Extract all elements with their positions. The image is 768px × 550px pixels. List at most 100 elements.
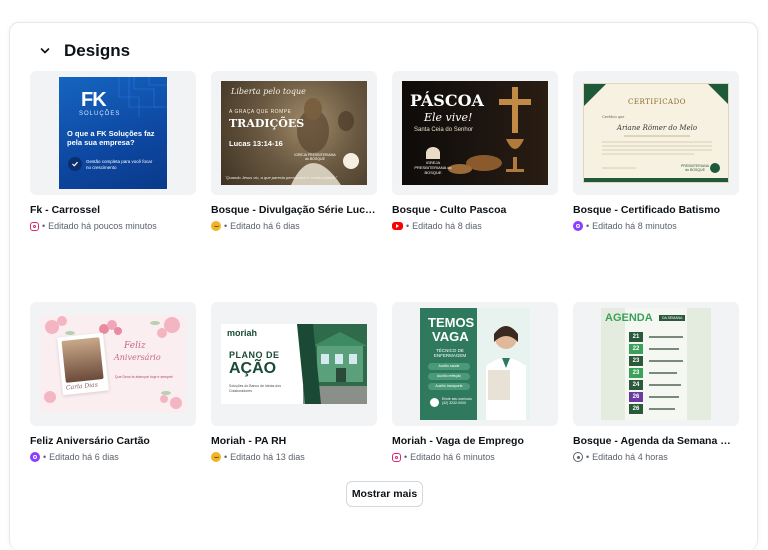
thumb-reference: Lucas 13:14-16 (229, 139, 283, 148)
design-thumbnail[interactable]: Liberta pelo toque A GRAÇA QUE ROMPE TRA… (211, 71, 377, 195)
thumbnail-art: Carla Dias Feliz Aniversário Que Deus te… (40, 315, 186, 413)
thumb-pre-text: Certifico que (602, 114, 625, 119)
design-edited-time: Editado há poucos minutos (48, 221, 157, 231)
show-more-button[interactable]: Mostrar mais (346, 481, 423, 507)
thumbnail-art: TEMOS VAGA TÉCNICO DE ENFERMAGEM Auxílio… (420, 308, 530, 420)
designs-section-toggle[interactable]: Designs (36, 41, 130, 61)
thumb-logo: FK (81, 89, 107, 111)
thumb-brand: moriah (227, 328, 258, 338)
design-thumbnail[interactable]: FK SOLUÇÕES O que a FK Soluções faz pela… (30, 71, 196, 195)
thumb-script: Ele vive! (424, 111, 473, 124)
designs-panel: Designs FK SOLUÇÕES O que a FK Soluções … (9, 22, 758, 550)
thumb-footer: "Quando Jesus viu, a que parecia permane… (225, 175, 338, 180)
thumb-day: 26 (629, 392, 643, 402)
thumb-top-text: Liberta pelo toque (231, 87, 306, 96)
thumb-day: 21 (629, 332, 643, 342)
thumb-headline: CERTIFICADO (628, 98, 686, 106)
thumbnail-art: moriah PLANO DE AÇÃO Soluções do Banco d… (221, 324, 367, 404)
church-logo-icon (710, 163, 720, 173)
design-card[interactable]: AGENDA DA SEMANA 21 22 23 23 24 26 26 Bo… (573, 302, 739, 462)
thumb-headline-line1: TEMOS (428, 315, 475, 330)
design-name[interactable]: Fk - Carrossel (30, 204, 196, 216)
thumb-day: 24 (629, 380, 643, 390)
thumb-benefit-pill: Auxílio transporte (428, 383, 470, 390)
thumb-headline: O que a FK Soluções faz pela sua empresa… (67, 129, 155, 148)
design-name[interactable]: Feliz Aniversário Cartão (30, 435, 196, 447)
design-meta: • Editado há 6 dias (30, 452, 196, 462)
thumbnail-art: Liberta pelo toque A GRAÇA QUE ROMPE TRA… (221, 81, 367, 185)
design-card[interactable]: Liberta pelo toque A GRAÇA QUE ROMPE TRA… (211, 71, 377, 231)
emoji-icon (211, 221, 221, 231)
design-edited-time: Editado há 6 minutos (410, 452, 495, 462)
design-thumbnail[interactable]: PÁSCOA Ele vive! Santa Ceia do Senhor IG… (392, 71, 558, 195)
thumb-body: Soluções do Banco de Ideias dos Colabora… (229, 384, 281, 393)
design-edited-time: Editado há 6 dias (49, 452, 119, 462)
design-edited-time: Editado há 13 dias (230, 452, 305, 462)
thumb-headline: TRADIÇÕES (229, 117, 305, 130)
design-name[interactable]: Moriah - Vaga de Emprego (392, 435, 558, 447)
design-name[interactable]: Bosque - Certificado Batismo (573, 204, 739, 216)
design-card[interactable]: moriah PLANO DE AÇÃO Soluções do Banco d… (211, 302, 377, 462)
thumb-contact: Envie seu currículo (42) 3232-0000 (442, 397, 472, 406)
section-title: Designs (64, 41, 131, 60)
thumb-script-line1: Feliz (124, 341, 146, 351)
design-meta: • Editado há 6 minutos (392, 452, 558, 462)
design-name[interactable]: Bosque - Divulgação Série Lucas 13 (211, 204, 377, 216)
youtube-icon (392, 222, 403, 230)
thumb-day: 22 (629, 344, 643, 354)
chevron-down-icon (36, 42, 54, 60)
thumb-church: IGREJA PRESBITERIANA do BOSQUE (294, 153, 336, 162)
design-name[interactable]: Bosque - Agenda da Semana Whas... (573, 435, 739, 447)
thumb-benefit-pill: Auxílio refeição (428, 373, 470, 380)
design-card[interactable]: PÁSCOA Ele vive! Santa Ceia do Senhor IG… (392, 71, 558, 231)
thumb-logo-sub: SOLUÇÕES (79, 111, 121, 117)
design-edited-time: Editado há 8 dias (412, 221, 482, 231)
thumb-subtitle: Santa Ceia do Senhor (414, 127, 474, 133)
design-meta: • Editado há 4 horas (573, 452, 739, 462)
church-logo-icon (426, 147, 440, 159)
thumb-benefit-pill: Auxílio saúde (428, 363, 470, 370)
design-card[interactable]: CERTIFICADO Certifico que Ariane Römer d… (573, 71, 739, 231)
thumb-script-line2: Aniversário (114, 353, 161, 362)
design-thumbnail[interactable]: AGENDA DA SEMANA 21 22 23 23 24 26 26 (573, 302, 739, 426)
design-edited-time: Editado há 8 minutos (592, 221, 677, 231)
thumb-day: 23 (629, 356, 643, 366)
design-meta: • Editado há 6 dias (211, 221, 377, 231)
thumb-tag: DA SEMANA (659, 315, 686, 321)
design-meta: • Editado há 8 minutos (573, 221, 739, 231)
thumb-headline: AGENDA (605, 312, 653, 324)
design-edited-time: Editado há 4 horas (592, 452, 668, 462)
instagram-icon (392, 452, 401, 462)
instagram-icon (30, 221, 39, 231)
whatsapp-icon (573, 452, 583, 462)
design-card[interactable]: FK SOLUÇÕES O que a FK Soluções faz pela… (30, 71, 196, 231)
thumb-day: 26 (629, 404, 643, 414)
design-thumbnail[interactable]: moriah PLANO DE AÇÃO Soluções do Banco d… (211, 302, 377, 426)
design-meta: • Editado há 13 dias (211, 452, 377, 462)
emoji-icon (211, 452, 221, 462)
canva-icon (573, 221, 583, 231)
design-name[interactable]: Bosque - Culto Pascoa (392, 204, 558, 216)
thumb-subtitle: TÉCNICO DE ENFERMAGEM (433, 348, 467, 359)
thumbnail-art: CERTIFICADO Certifico que Ariane Römer d… (583, 83, 729, 183)
thumb-headline-line1: PLANO DE (229, 350, 280, 360)
design-thumbnail[interactable]: TEMOS VAGA TÉCNICO DE ENFERMAGEM Auxílio… (392, 302, 558, 426)
thumbnail-art: AGENDA DA SEMANA 21 22 23 23 24 26 26 (601, 308, 711, 420)
check-icon (68, 157, 82, 171)
thumb-body: Gestão completa para você focar no cresc… (86, 159, 153, 170)
canva-icon (30, 452, 40, 462)
thumbnail-art: FK SOLUÇÕES O que a FK Soluções faz pela… (59, 77, 167, 189)
thumb-church: IGREJA PRESBITERIANA do BOSQUE (414, 160, 452, 175)
design-card[interactable]: TEMOS VAGA TÉCNICO DE ENFERMAGEM Auxílio… (392, 302, 558, 462)
design-thumbnail[interactable]: CERTIFICADO Certifico que Ariane Römer d… (573, 71, 739, 195)
design-name[interactable]: Moriah - PA RH (211, 435, 377, 447)
thumb-message: Que Deus te abençoe hoje e sempre! (114, 375, 174, 379)
design-card[interactable]: Carla Dias Feliz Aniversário Que Deus te… (30, 302, 196, 462)
design-meta: • Editado há 8 dias (392, 221, 558, 231)
thumb-headline-line2: VAGA (432, 329, 469, 344)
church-logo-icon (343, 153, 359, 169)
thumb-day: 23 (629, 368, 643, 378)
thumb-headline-line2: AÇÃO (229, 360, 277, 377)
thumb-kicker: A GRAÇA QUE ROMPE (229, 109, 292, 115)
design-thumbnail[interactable]: Carla Dias Feliz Aniversário Que Deus te… (30, 302, 196, 426)
